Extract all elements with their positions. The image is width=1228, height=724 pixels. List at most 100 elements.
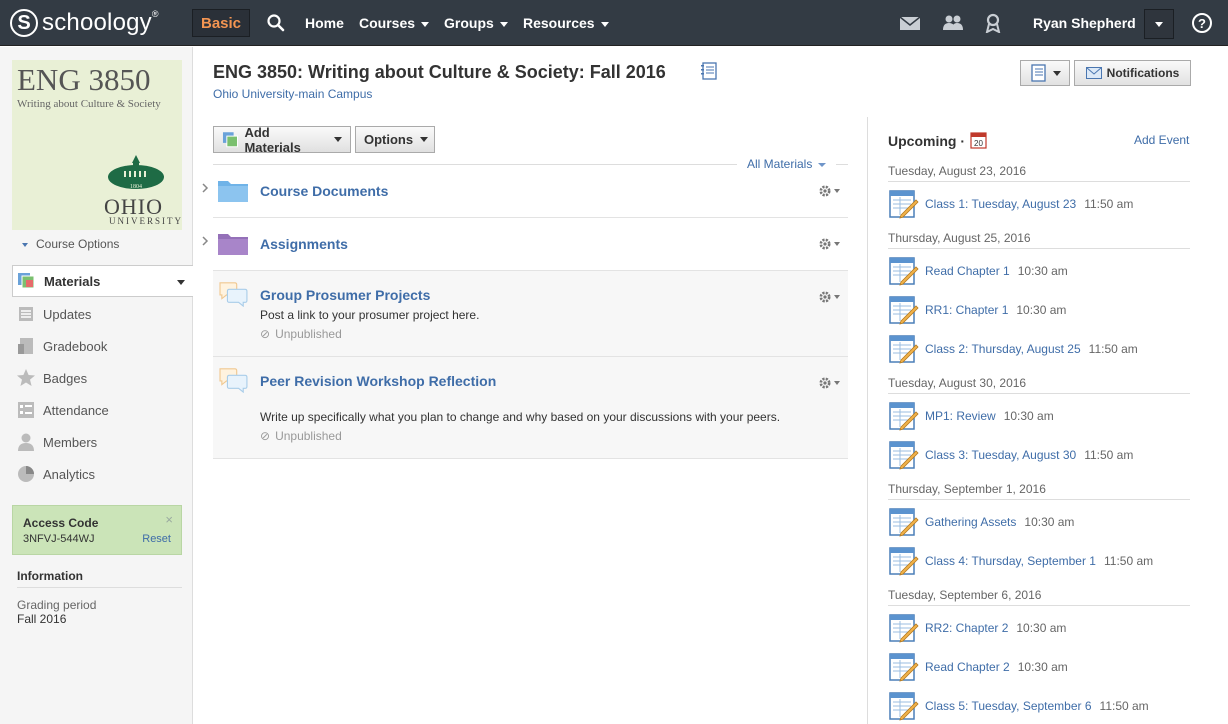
nav-groups-label: Groups [444, 15, 494, 31]
material-title[interactable]: Peer Revision Workshop Reflection [260, 373, 496, 389]
award-icon[interactable] [982, 13, 1004, 33]
sidebar-item-label: Members [43, 434, 98, 450]
event-title[interactable]: Class 3: Tuesday, August 30 [925, 448, 1076, 462]
logo-trademark: ® [151, 9, 159, 19]
event-time: 10:30 am [1016, 621, 1067, 635]
grading-period-label: Grading period [17, 598, 97, 612]
upcoming-event[interactable]: Class 5: Tuesday, September 6 11:50 am [889, 691, 1189, 721]
upcoming-event[interactable]: MP1: Review 10:30 am [889, 401, 1189, 431]
chevron-right-icon[interactable] [201, 236, 209, 246]
event-title[interactable]: Class 2: Thursday, August 25 [925, 342, 1081, 356]
nav-resources[interactable]: Resources [523, 15, 609, 31]
view-options-button[interactable] [1020, 60, 1070, 86]
event-title[interactable]: Class 4: Thursday, September 1 [925, 554, 1096, 568]
course-pic-code: ENG 3850 [17, 62, 151, 97]
sidebar-item-updates[interactable]: Updates [12, 298, 193, 330]
gear-icon[interactable] [818, 184, 842, 198]
people-icon[interactable] [942, 13, 964, 33]
event-title[interactable]: Class 5: Tuesday, September 6 [925, 699, 1092, 713]
schoology-logo[interactable]: S schoology® [10, 8, 159, 38]
material-title[interactable]: Assignments [260, 236, 348, 252]
nav-courses[interactable]: Courses [359, 15, 430, 31]
unpublished-icon: ⊘ [260, 429, 271, 443]
logo-s-icon: S [10, 9, 38, 37]
upcoming-event[interactable]: Read Chapter 2 10:30 am [889, 652, 1189, 682]
calendar-day: 20 [974, 139, 983, 148]
event-title[interactable]: Class 1: Tuesday, August 23 [925, 197, 1076, 211]
sidebar-item-members[interactable]: Members [12, 426, 193, 458]
badge-icon [17, 369, 35, 386]
nav-home[interactable]: Home [305, 15, 344, 31]
upcoming-event[interactable]: Gathering Assets 10:30 am [889, 507, 1189, 537]
nav-groups[interactable]: Groups [444, 15, 508, 31]
sidebar-item-analytics[interactable]: Analytics [12, 458, 193, 490]
course-options-label: Course Options [36, 237, 120, 251]
event-time: 11:50 am [1084, 448, 1134, 462]
event-title[interactable]: RR1: Chapter 1 [925, 303, 1008, 317]
material-title[interactable]: Group Prosumer Projects [260, 287, 430, 303]
assignment-pencil-icon [889, 547, 919, 576]
upcoming-event[interactable]: RR2: Chapter 2 10:30 am [889, 613, 1189, 643]
left-sidebar: ENG 3850 Writing about Culture & Society… [0, 47, 193, 724]
gear-icon[interactable] [818, 376, 842, 390]
sidebar-item-label: Updates [43, 306, 92, 322]
add-event-link[interactable]: Add Event [1134, 133, 1189, 147]
ohio-university-seal-icon: 1804 [108, 155, 164, 190]
event-title[interactable]: Read Chapter 1 [925, 264, 1010, 278]
calendar-icon[interactable]: 20 [970, 131, 987, 149]
date-header: Tuesday, August 23, 2016 [888, 164, 1190, 182]
upcoming-event[interactable]: Class 4: Thursday, September 1 11:50 am [889, 546, 1189, 576]
sidebar-item-attendance[interactable]: Attendance [12, 394, 193, 426]
add-materials-button[interactable]: Add Materials [213, 125, 351, 155]
user-name[interactable]: Ryan Shepherd [1033, 15, 1136, 31]
chevron-down-icon [1053, 70, 1061, 76]
access-code-box: Access Code 3NFVJ-544WJ × Reset [12, 505, 182, 555]
event-title[interactable]: MP1: Review [925, 409, 996, 423]
unpublished-icon: ⊘ [260, 327, 271, 341]
upcoming-event[interactable]: RR1: Chapter 1 10:30 am [889, 295, 1189, 325]
sidebar-item-badges[interactable]: Badges [12, 362, 193, 394]
event-time: 10:30 am [1003, 409, 1054, 423]
search-icon[interactable] [266, 13, 286, 33]
folder-icon [218, 234, 248, 255]
mail-icon[interactable] [899, 13, 921, 33]
event-title[interactable]: Gathering Assets [925, 515, 1016, 529]
campus-link[interactable]: Ohio University-main Campus [213, 87, 372, 101]
material-row-peer-revision-workshop[interactable]: Peer Revision Workshop Reflection Write … [213, 357, 848, 459]
upcoming-event[interactable]: Class 1: Tuesday, August 23 11:50 am [889, 189, 1189, 219]
material-row-course-documents[interactable]: Course Documents [202, 165, 848, 218]
help-icon[interactable]: ? [1192, 13, 1212, 33]
basic-button[interactable]: Basic [192, 9, 250, 37]
notifications-button[interactable]: Notifications [1074, 60, 1191, 86]
event-title[interactable]: RR2: Chapter 2 [925, 621, 1008, 635]
material-row-group-prosumer-projects[interactable]: Group Prosumer Projects Post a link to y… [213, 271, 848, 357]
chevron-down-icon[interactable] [177, 280, 185, 285]
options-label: Options [364, 132, 414, 147]
upcoming-event[interactable]: Class 2: Thursday, August 25 11:50 am [889, 334, 1189, 364]
gear-icon[interactable] [818, 237, 842, 251]
course-picture[interactable]: ENG 3850 Writing about Culture & Society… [12, 60, 182, 230]
chevron-right-icon[interactable] [201, 183, 209, 193]
members-icon [18, 433, 34, 451]
upcoming-event[interactable]: Class 3: Tuesday, August 30 11:50 am [889, 440, 1189, 470]
reset-access-code-link[interactable]: Reset [142, 533, 171, 545]
close-icon[interactable]: × [165, 512, 173, 527]
upcoming-event[interactable]: Read Chapter 1 10:30 am [889, 256, 1189, 286]
course-pic-university: UNIVERSITY [109, 216, 182, 226]
assignment-pencil-icon [889, 402, 919, 431]
date-header: Thursday, August 25, 2016 [888, 231, 1190, 249]
sidebar-item-gradebook[interactable]: Gradebook [12, 330, 193, 362]
event-title[interactable]: Read Chapter 2 [925, 660, 1010, 674]
nav-courses-label: Courses [359, 15, 416, 31]
user-menu-button[interactable] [1144, 9, 1174, 39]
unpublished-status: ⊘ Unpublished [260, 327, 342, 341]
material-title[interactable]: Course Documents [260, 183, 388, 199]
sidebar-item-materials[interactable]: Materials [12, 265, 193, 297]
options-button[interactable]: Options [355, 126, 435, 153]
gear-icon[interactable] [818, 290, 842, 304]
material-row-assignments[interactable]: Assignments [202, 218, 848, 271]
notebook-icon[interactable] [700, 62, 718, 80]
assignment-pencil-icon [889, 335, 919, 364]
attendance-icon [18, 402, 34, 418]
course-options-link[interactable]: Course Options [22, 237, 119, 251]
